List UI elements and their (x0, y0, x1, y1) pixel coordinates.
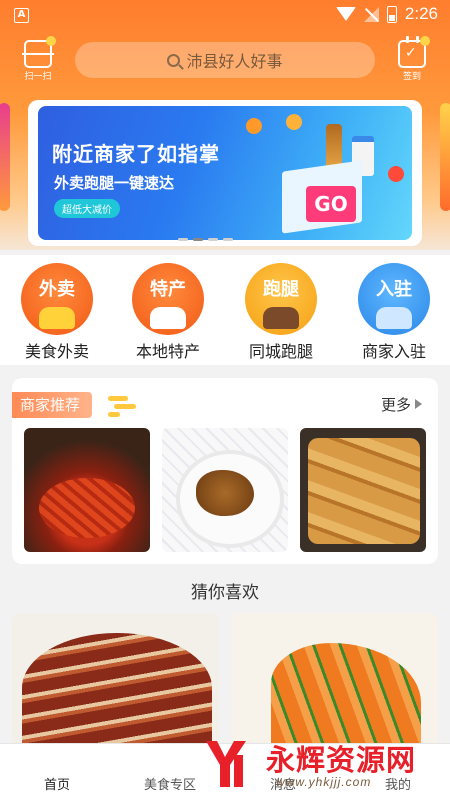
specialty-icon: 特产 (132, 263, 204, 335)
category-errand[interactable]: 跑腿 同城跑腿 (231, 263, 331, 362)
tab-food-zone[interactable]: 美食专区 (144, 774, 196, 793)
takeout-icon: 外卖 (21, 263, 93, 335)
decoration-stripes (108, 394, 138, 417)
scan-label: 扫一扫 (24, 72, 52, 82)
banner-subtitle: 外卖跑腿一键速达 (54, 174, 175, 192)
category-label: 本地特产 (135, 342, 200, 361)
watermark-url: www.yhkjjj.com (276, 775, 372, 789)
status-icons: 2:26 (335, 4, 438, 24)
banner-badge: 超低大减价 (54, 199, 120, 218)
carousel-dot-active (193, 238, 203, 241)
watermark-logo-icon (206, 741, 246, 787)
clock: 2:26 (404, 4, 438, 23)
tofu-rolls-photo[interactable] (300, 428, 426, 552)
checkin-label: 签到 (402, 72, 421, 82)
apple-fruit-graphic (388, 166, 404, 182)
crawfish-photo[interactable] (24, 428, 150, 552)
takeout-icon-text: 外卖 (39, 279, 75, 300)
chicken-graphic (39, 307, 75, 329)
category-label: 商家入驻 (361, 342, 426, 361)
tab-home[interactable]: 首页 (44, 774, 70, 793)
prev-banner-peek[interactable] (0, 103, 10, 211)
category-label: 同城跑腿 (248, 342, 313, 361)
takeout-box-graphic (150, 307, 186, 329)
search-icon (167, 53, 181, 67)
errand-icon: 跑腿 (245, 263, 317, 335)
more-label: 更多 (380, 396, 411, 414)
merchant-join-icon: 入驻 (358, 263, 430, 335)
app-notification-icon: A (14, 8, 29, 23)
category-merchant-join[interactable]: 入驻 商家入驻 (344, 263, 444, 362)
banner-slide[interactable]: 附近商家了如指掌 外卖跑腿一键速达 超低大减价 GO (38, 106, 412, 240)
arrow-right-icon (415, 399, 422, 409)
banner-carousel[interactable]: 附近商家了如指掌 外卖跑腿一键速达 超低大减价 GO (28, 100, 422, 246)
next-banner-peek[interactable] (440, 103, 450, 211)
category-label: 美食外卖 (24, 342, 89, 361)
search-bar[interactable]: 沛县好人好事 (75, 42, 375, 78)
status-bar: A 2:26 (0, 0, 450, 30)
merchant-join-icon-text: 入驻 (376, 279, 412, 300)
wifi-icon (335, 7, 356, 21)
watermark-brand: 永辉资源网 (266, 743, 417, 777)
courier-graphic (263, 307, 299, 329)
building-graphic (376, 307, 412, 329)
guess-title: 猜你喜欢 (191, 583, 259, 603)
carousel-indicator (178, 238, 233, 241)
banner-title: 附近商家了如指掌 (52, 142, 220, 166)
merchant-recommend-card: 商家推荐 更多 (12, 378, 438, 564)
category-nav: 外卖 美食外卖 特产 本地特产 跑腿 同城跑腿 入驻 商家入驻 (0, 255, 450, 365)
errand-icon-text: 跑腿 (263, 279, 299, 300)
category-takeout[interactable]: 外卖 美食外卖 (7, 263, 107, 362)
checkin-button[interactable]: 签到 (392, 36, 432, 82)
orange-fruit-graphic (286, 114, 302, 130)
more-link[interactable]: 更多 (381, 394, 422, 415)
signal-icon (363, 6, 379, 22)
carousel-dot (208, 238, 218, 241)
braised-pork-photo[interactable] (12, 613, 219, 743)
orange-fruit-graphic (246, 118, 262, 134)
stir-fry-tripe-photo[interactable] (231, 613, 438, 743)
braised-dish-photo[interactable] (162, 428, 288, 552)
category-specialty[interactable]: 特产 本地特产 (118, 263, 218, 362)
search-placeholder: 沛县好人好事 (186, 52, 283, 71)
recommend-title: 商家推荐 (12, 392, 93, 418)
scan-icon (22, 36, 56, 68)
battery-icon (386, 5, 397, 23)
carousel-dot (178, 238, 188, 241)
scan-button[interactable]: 扫一扫 (18, 36, 58, 82)
banner-go-sign: GO (306, 186, 356, 222)
calendar-icon (398, 36, 430, 68)
carousel-dot (223, 238, 233, 241)
watermark: 永辉资源网 www.yhkjjj.com (196, 733, 446, 799)
specialty-icon-text: 特产 (150, 279, 186, 300)
